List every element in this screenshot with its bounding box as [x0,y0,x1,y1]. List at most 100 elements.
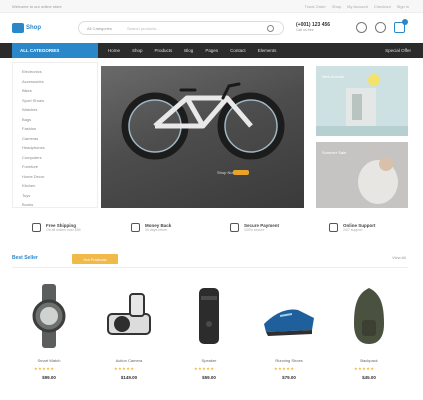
sidebar-item[interactable]: Accessories [13,77,97,87]
product-name[interactable]: Speaker [172,358,246,363]
feature-strip: Free Shipping On all orders over $99 Mone… [12,213,408,241]
banner-label: Summer Sale [322,150,347,155]
product-price: $59.00 [202,375,216,380]
product-rating: ★★★★★ [114,366,135,371]
product-card[interactable]: Speaker ★★★★★ $59.00 [172,272,246,388]
search-icon[interactable] [267,25,274,32]
chat-icon [329,222,338,232]
search-category[interactable]: All Categories [87,26,112,31]
best-seller-header: Best Seller Hot Products View All [12,252,408,268]
sidebar-item[interactable]: Home Decor [13,172,97,182]
product-price: $99.00 [42,375,56,380]
money-icon [131,222,140,232]
sidebar-item[interactable]: Toys [13,191,97,201]
heart-icon[interactable] [375,22,386,33]
product-rating: ★★★★★ [34,366,55,371]
view-all-link[interactable]: View All [392,255,406,260]
logo[interactable]: Shop [12,22,48,34]
special-offer-link[interactable]: Special Offer [385,48,411,53]
feature-sub: On all orders over $99 [46,227,81,232]
shoe-icon [264,309,314,336]
feature-support: Online Support 24/7 support [309,213,408,241]
bicycle-image [121,82,285,160]
product-card[interactable]: Running Shoes ★★★★★ $79.00 [252,272,326,388]
product-name[interactable]: Backpack [332,358,406,363]
all-categories-button[interactable]: ALL CATEGORIES [12,43,98,58]
banner-label: New Arrivals [322,74,345,79]
sidebar-item[interactable]: Cameras [13,134,97,144]
camera-icon [107,293,151,335]
feature-sub: 30 days return [145,227,168,232]
top-link-shop[interactable]: Shop [332,4,341,9]
nav-links: Home Shop Products Blog Pages Contact El… [108,48,276,53]
backpack-icon [354,288,384,344]
nav-blog[interactable]: Blog [184,48,193,53]
product-price: $149.00 [120,375,138,380]
section-title[interactable]: Best Seller [12,255,38,261]
watch-icon [32,284,66,348]
header-icons [356,19,408,33]
phone-sub: Call us free [296,28,314,32]
feature-money-back: Money Back 30 days return [111,213,210,241]
top-link-track[interactable]: Track Order [305,4,326,9]
product-rating: ★★★★★ [274,366,295,371]
main-nav: ALL CATEGORIES Home Shop Products Blog P… [0,43,423,58]
sidebar-item[interactable]: Electronics [13,67,97,77]
top-links: Track Order Shop My Account Checkout Sig… [305,4,409,9]
feature-title: Secure Payment [244,222,280,228]
sidebar-item[interactable]: Bags [13,115,97,125]
sidebar-item[interactable]: Computers [13,153,97,163]
product-card[interactable]: Smart Watch ★★★★★ $99.00 [12,272,86,388]
sidebar-item[interactable]: Headphones [13,143,97,153]
logo-text: Shop [26,25,41,31]
welcome-text: Welcome to our online store [12,4,62,9]
top-link-checkout[interactable]: Checkout [374,4,391,9]
product-name[interactable]: Running Shoes [252,358,326,363]
cart-icon[interactable] [394,19,408,33]
feature-title: Free Shipping [46,222,77,228]
product-name[interactable]: Action Camera [92,358,166,363]
sidebar-item[interactable]: Furniture [13,162,97,172]
feature-title: Online Support [343,222,376,228]
logo-mark [12,23,24,33]
product-card[interactable]: Backpack ★★★★★ $45.00 [332,272,406,388]
hero-slider[interactable]: Shop Now [101,66,304,208]
product-card[interactable]: Action Camera ★★★★★ $149.00 [92,272,166,388]
product-name[interactable]: Smart Watch [12,358,86,363]
header: Shop All Categories Search products... (… [0,13,423,43]
product-grid: Smart Watch ★★★★★ $99.00 Action Camera ★… [12,272,408,388]
product-rating: ★★★★★ [194,366,215,371]
truck-icon [32,222,41,232]
top-link-signin[interactable]: Sign in [397,4,409,9]
sidebar-item[interactable]: Sport Shoes [13,96,97,106]
feature-title: Money Back [145,222,172,228]
sidebar-item[interactable]: Bikes [13,86,97,96]
banner-new-arrivals[interactable]: New Arrivals [316,66,408,136]
product-rating: ★★★★★ [354,366,375,371]
nav-home[interactable]: Home [108,48,120,53]
sidebar-item[interactable]: Fashion [13,124,97,134]
category-sidebar: Electronics Accessories Bikes Sport Shoe… [12,62,98,208]
nav-contact[interactable]: Contact [230,48,246,53]
nav-pages[interactable]: Pages [205,48,218,53]
cart-badge [402,19,408,25]
feature-sub: 100% secure [244,227,265,232]
nav-shop[interactable]: Shop [132,48,143,53]
nav-elements[interactable]: Elements [258,48,277,53]
sidebar-item[interactable]: Books [13,200,97,210]
hero-cta-button[interactable] [233,170,249,175]
sidebar-item[interactable]: Watches [13,105,97,115]
speaker-icon [199,288,219,344]
banner-summer-sale[interactable]: Summer Sale [316,142,408,208]
nav-products[interactable]: Products [155,48,173,53]
phone-contact: (+001) 123 456 Call us free [296,22,344,34]
top-link-account[interactable]: My Account [347,4,368,9]
sidebar-item[interactable]: Kitchen [13,181,97,191]
hot-products-tab[interactable]: Hot Products [72,254,118,264]
top-bar: Welcome to our online store Track Order … [0,0,423,13]
search-bar[interactable]: All Categories Search products... [78,21,284,35]
lock-icon [230,222,239,232]
user-icon[interactable] [356,22,367,33]
search-input[interactable]: Search products... [127,26,159,31]
product-price: $45.00 [362,375,376,380]
